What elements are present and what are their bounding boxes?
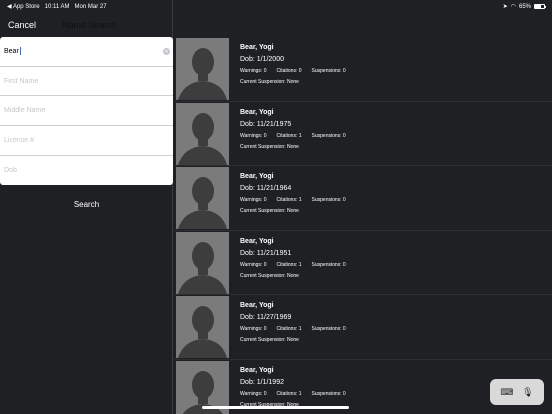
status-date: Mon Mar 27: [74, 3, 107, 10]
keyboard-icon[interactable]: ⌨: [500, 387, 513, 398]
result-counts: Warnings: 0 Citations: 1 Suspensions: 0: [240, 133, 346, 139]
result-current-suspension: Current Suspension: None: [240, 79, 299, 85]
result-warnings: Warnings: 0: [240, 326, 267, 332]
nav-title: Name Search: [62, 20, 118, 30]
result-name: Bear, Yogi: [240, 366, 274, 374]
result-current-suspension: Current Suspension: None: [240, 337, 299, 343]
result-warnings: Warnings: 0: [240, 132, 267, 139]
result-suspensions: Suspensions: 0: [311, 132, 346, 139]
status-time: 10:11 AM: [44, 3, 70, 10]
result-row[interactable]: Bear, Yogi Dob: 11/21/1975 Warnings: 0 C…: [174, 102, 552, 166]
result-dob: Dob: 1/1/1992: [240, 378, 284, 386]
result-dob: Dob: 11/21/1964: [240, 185, 292, 192]
nav-bar: Cancel Name Search: [0, 13, 173, 37]
result-dob: Dob: 1/1/2000: [240, 56, 284, 63]
result-suspensions: Suspensions: 0: [311, 390, 346, 397]
result-citations: Citations: 1: [276, 132, 302, 139]
person-silhouette-icon: [176, 102, 229, 165]
result-dob: Dob: 11/21/1951: [240, 249, 292, 257]
dob-field[interactable]: Dob: [0, 156, 173, 186]
result-citations: Citations: 1: [276, 326, 302, 332]
result-name: Bear, Yogi: [240, 302, 274, 309]
result-counts: Warnings: 0 Citations: 1 Suspensions: 0: [240, 391, 346, 397]
mic-icon[interactable]: 🎙: [522, 387, 533, 398]
search-button[interactable]: Search: [0, 200, 173, 209]
person-silhouette-icon: [176, 231, 229, 294]
result-row[interactable]: Bear, Yogi Dob: 11/27/1969 Warnings: 0 C…: [174, 295, 552, 360]
result-warnings: Warnings: 0: [240, 68, 267, 74]
dob-placeholder: Dob: [4, 167, 17, 175]
home-indicator[interactable]: [202, 406, 349, 409]
result-info: Bear, Yogi Dob: 11/27/1969 Warnings: 0 C…: [240, 302, 346, 343]
result-dob: Dob: 11/27/1969: [240, 314, 292, 321]
middle-name-field[interactable]: Middle Name: [0, 96, 173, 127]
result-dob: Dob: 11/21/1975: [240, 120, 292, 128]
status-bar: ◀ App Store 10:11 AM Mon Mar 27 ➤ ◠ 65%: [0, 0, 552, 13]
result-counts: Warnings: 0 Citations: 1 Suspensions: 0: [240, 326, 346, 332]
result-warnings: Warnings: 0: [240, 261, 267, 268]
result-citations: Citations: 1: [276, 261, 302, 268]
result-warnings: Warnings: 0: [240, 390, 267, 397]
result-warnings: Warnings: 0: [240, 197, 267, 203]
result-name: Bear, Yogi: [240, 44, 274, 51]
search-form: Bear ✕ First Name Middle Name License # …: [0, 37, 173, 186]
middle-name-placeholder: Middle Name: [4, 107, 46, 115]
result-name: Bear, Yogi: [240, 108, 274, 116]
search-pane: Cancel Name Search Bear ✕ First Name Mid…: [0, 0, 173, 414]
result-current-suspension: Current Suspension: None: [240, 143, 299, 150]
result-name: Bear, Yogi: [240, 237, 274, 245]
license-placeholder: License #: [4, 136, 34, 144]
result-info: Bear, Yogi Dob: 11/21/1964 Warnings: 0 C…: [240, 173, 346, 214]
result-name: Bear, Yogi: [240, 173, 274, 180]
result-current-suspension: Current Suspension: None: [240, 208, 299, 214]
text-cursor: [19, 47, 21, 56]
battery-icon: [534, 4, 546, 9]
person-silhouette-icon: [176, 167, 229, 229]
back-to-app-store[interactable]: ◀ App Store: [7, 3, 40, 10]
results-list[interactable]: Bear, Yogi Dob: 1/1/2000 Warnings: 0 Cit…: [174, 37, 552, 414]
clear-icon[interactable]: ✕: [163, 48, 170, 55]
result-suspensions: Suspensions: 0: [311, 197, 346, 203]
last-name-field[interactable]: Bear ✕: [0, 37, 173, 67]
last-name-value: Bear: [4, 47, 19, 55]
location-icon: ➤: [502, 4, 508, 10]
result-counts: Warnings: 0 Citations: 0 Suspensions: 0: [240, 68, 346, 74]
result-citations: Citations: 1: [276, 197, 302, 203]
result-info: Bear, Yogi Dob: 11/21/1975 Warnings: 0 C…: [240, 109, 346, 150]
result-current-suspension: Current Suspension: None: [240, 272, 299, 279]
result-row[interactable]: Bear, Yogi Dob: 11/21/1964 Warnings: 0 C…: [174, 166, 552, 231]
battery-percent: 65%: [518, 3, 531, 10]
result-citations: Citations: 1: [276, 390, 302, 397]
cancel-button[interactable]: Cancel: [8, 20, 36, 30]
result-citations: Citations: 0: [276, 68, 302, 74]
first-name-placeholder: First Name: [4, 77, 39, 85]
result-suspensions: Suspensions: 0: [311, 68, 346, 74]
person-silhouette-icon: [176, 38, 229, 100]
result-suspensions: Suspensions: 0: [311, 261, 346, 268]
result-counts: Warnings: 0 Citations: 1 Suspensions: 0: [240, 197, 346, 203]
result-suspensions: Suspensions: 0: [311, 326, 346, 332]
result-info: Bear, Yogi Dob: 1/1/1992 Warnings: 0 Cit…: [240, 367, 346, 408]
first-name-field[interactable]: First Name: [0, 67, 173, 97]
result-info: Bear, Yogi Dob: 1/1/2000 Warnings: 0 Cit…: [240, 44, 346, 85]
keyboard-shortcut-bar: ⌨ 🎙: [490, 379, 544, 405]
person-silhouette-icon: [176, 296, 229, 358]
app-root: ◀ App Store 10:11 AM Mon Mar 27 ➤ ◠ 65% …: [0, 0, 552, 414]
result-row[interactable]: Bear, Yogi Dob: 1/1/2000 Warnings: 0 Cit…: [174, 37, 552, 102]
wifi-icon: ◠: [510, 4, 516, 10]
result-counts: Warnings: 0 Citations: 1 Suspensions: 0: [240, 262, 346, 268]
license-field[interactable]: License #: [0, 126, 173, 156]
result-info: Bear, Yogi Dob: 11/21/1951 Warnings: 0 C…: [240, 238, 346, 279]
result-row[interactable]: Bear, Yogi Dob: 11/21/1951 Warnings: 0 C…: [174, 231, 552, 295]
